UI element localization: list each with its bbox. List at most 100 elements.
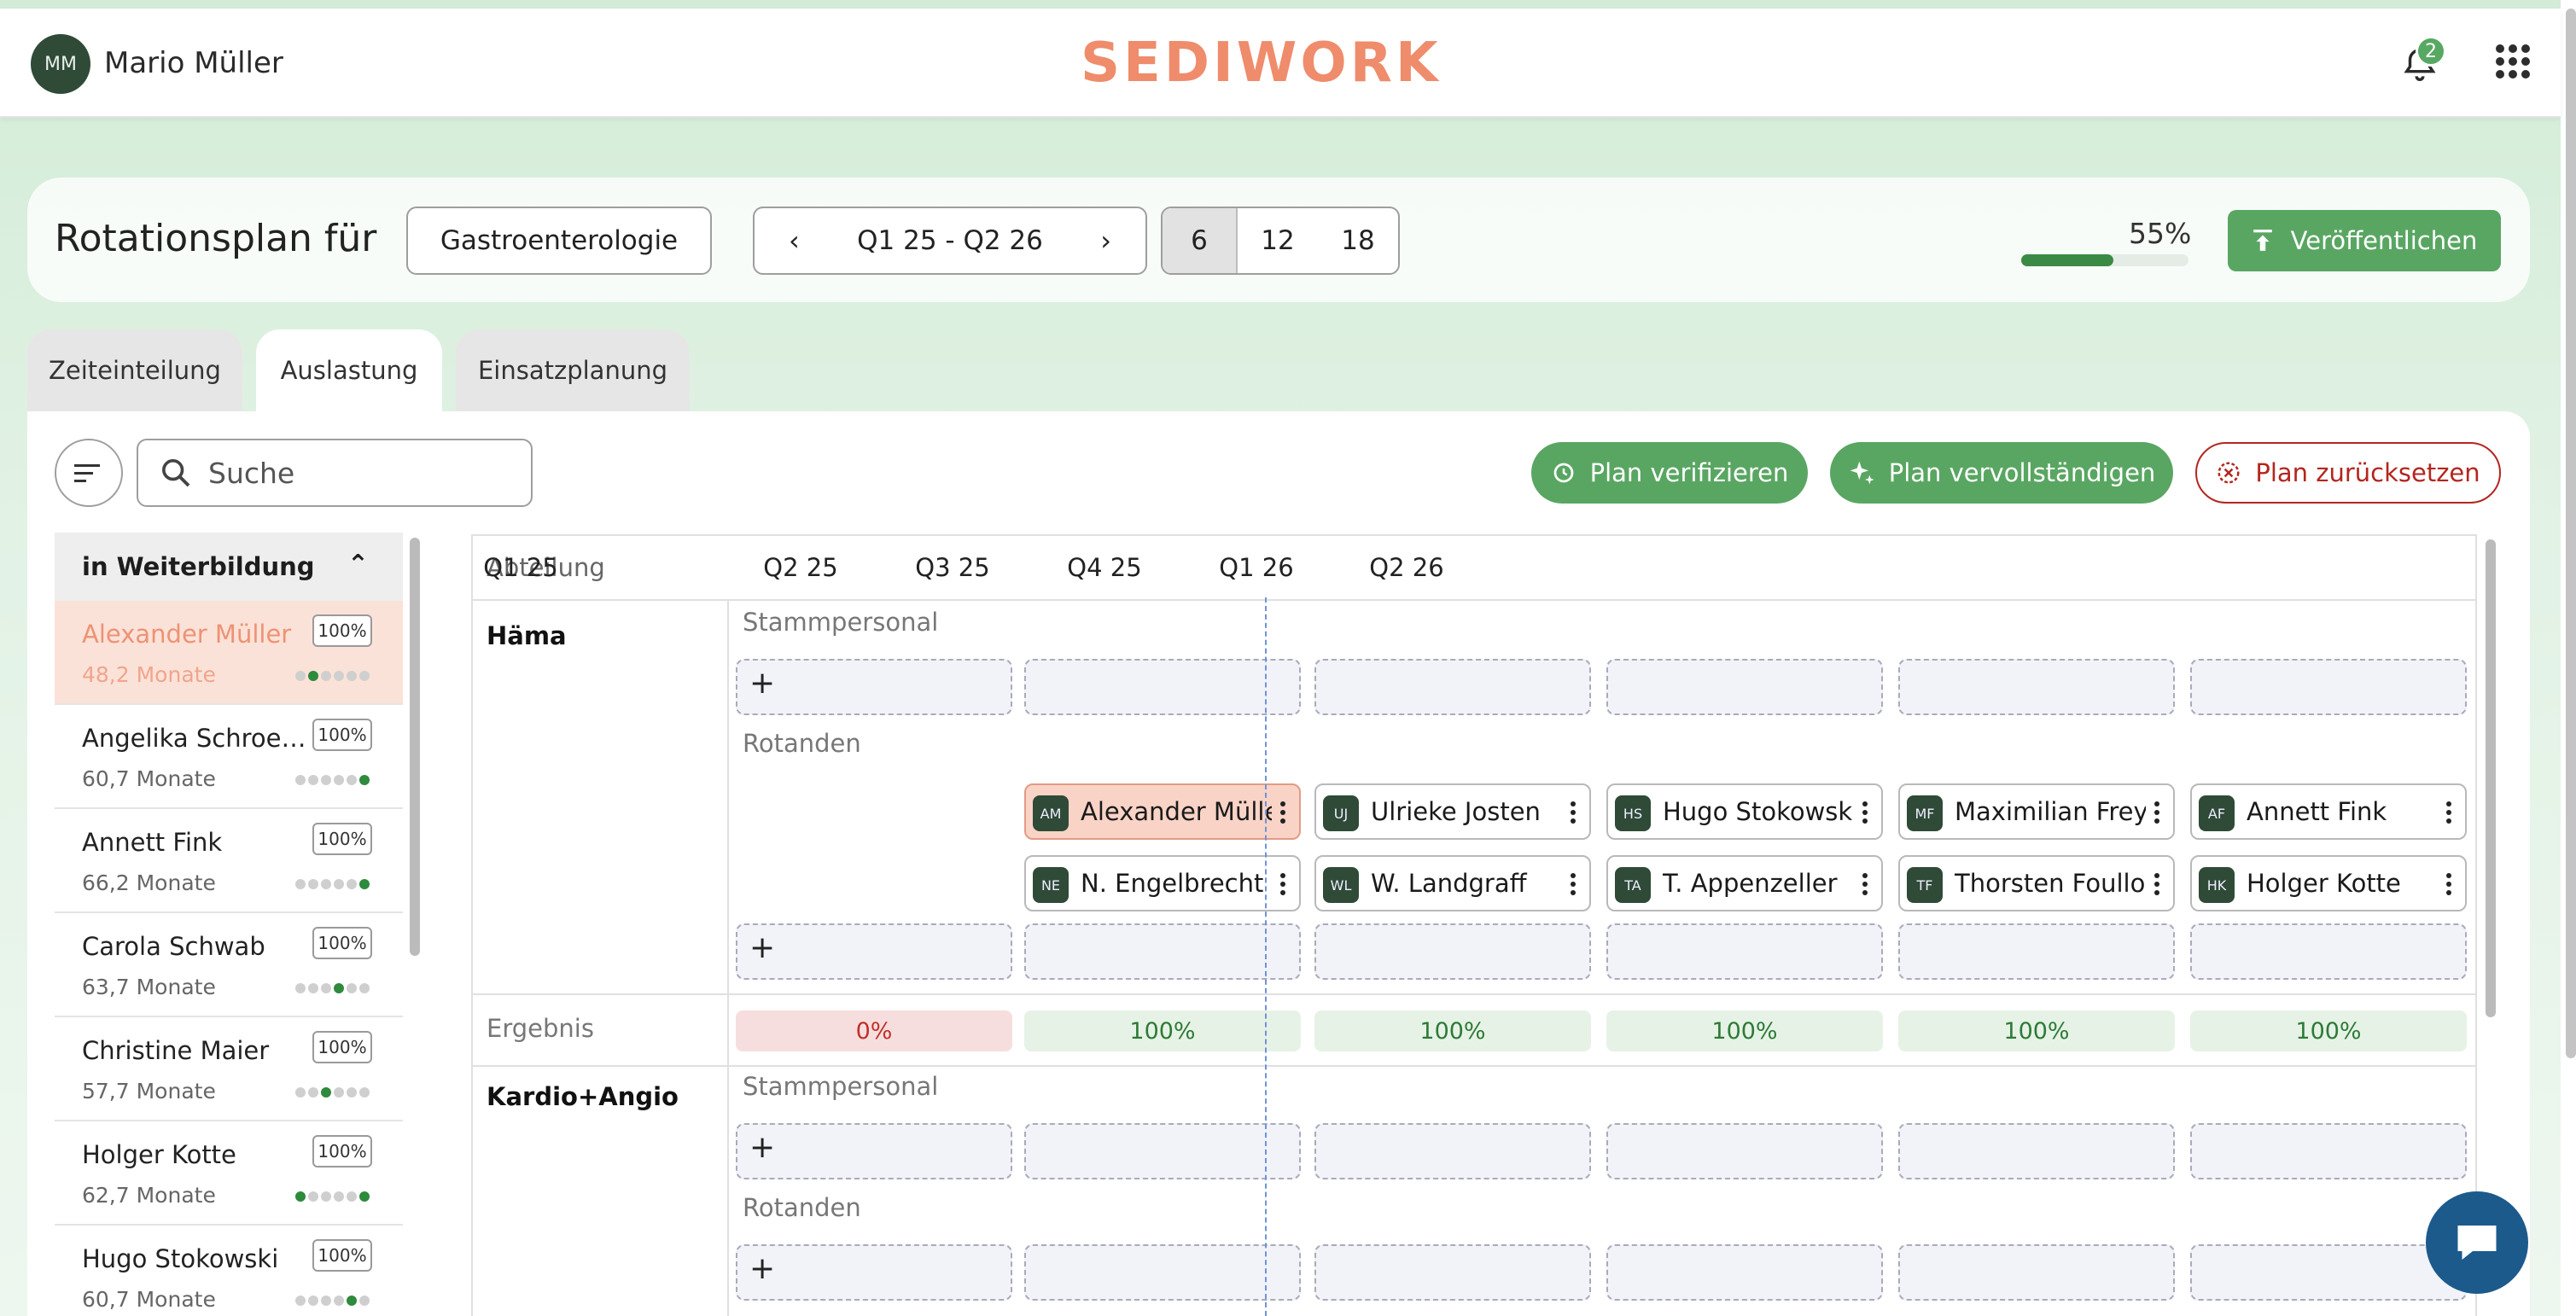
empty-slot[interactable]: [1898, 1244, 2175, 1301]
sidebar-item[interactable]: Christine Maier 57,7 Monate 100%: [55, 1017, 403, 1121]
assignment-card[interactable]: AF Annett Fink: [2190, 783, 2467, 840]
empty-slot[interactable]: [1606, 1123, 1883, 1179]
more-vertical-icon[interactable]: [1562, 795, 1584, 830]
assignment-card[interactable]: TF Thorsten Foulloi: [1898, 855, 2175, 911]
rotation-dot: [321, 671, 331, 681]
rotation-dot: [295, 671, 306, 681]
user-avatar[interactable]: MM: [31, 34, 90, 94]
page-scrollbar[interactable]: [2566, 9, 2576, 1058]
apps-grid-icon[interactable]: [2496, 44, 2530, 79]
more-vertical-icon[interactable]: [2146, 867, 2168, 901]
rotation-dots: [295, 1087, 370, 1098]
reset-plan-button[interactable]: Plan zurücksetzen: [2195, 442, 2501, 504]
more-vertical-icon[interactable]: [1272, 867, 1294, 901]
assignment-card[interactable]: UJ Ulrieke Josten: [1314, 783, 1591, 840]
empty-slot[interactable]: +: [736, 923, 1012, 980]
grid-scrollbar[interactable]: [2486, 539, 2496, 1017]
tab-einsatzplanung[interactable]: Einsatzplanung: [456, 329, 690, 411]
trainee-months: 57,7 Monate: [82, 1079, 216, 1103]
more-vertical-icon[interactable]: [1562, 867, 1584, 901]
department-select[interactable]: Gastroenterologie: [406, 207, 712, 275]
empty-slot[interactable]: [1898, 923, 2175, 980]
more-vertical-icon[interactable]: [2438, 867, 2460, 901]
tab-zeiteinteilung[interactable]: Zeiteinteilung: [27, 329, 242, 411]
more-vertical-icon[interactable]: [2438, 795, 2460, 830]
rotation-dot: [347, 1087, 357, 1098]
rotation-dot: [359, 1191, 370, 1202]
empty-slot[interactable]: [2190, 1123, 2467, 1179]
more-vertical-icon[interactable]: [2146, 795, 2168, 830]
more-vertical-icon[interactable]: [1272, 795, 1294, 830]
empty-slot[interactable]: [2190, 923, 2467, 980]
empty-slot[interactable]: [1606, 1244, 1883, 1301]
add-icon[interactable]: +: [749, 1251, 775, 1286]
empty-slot[interactable]: [1314, 1123, 1591, 1179]
sidebar-item[interactable]: Annett Fink 66,2 Monate 100%: [55, 809, 403, 913]
rotation-dot: [347, 879, 357, 889]
trainee-name: Holger Kotte: [82, 1140, 236, 1169]
sidebar-item[interactable]: Carola Schwab 63,7 Monate 100%: [55, 913, 403, 1017]
chevron-right-icon[interactable]: ›: [1100, 224, 1111, 257]
rotation-dot: [347, 775, 357, 785]
department-column: [473, 601, 729, 1316]
assignment-card[interactable]: TA T. Appenzeller: [1606, 855, 1883, 911]
assignee-name: Maximilian Frey: [1955, 797, 2148, 826]
empty-slot[interactable]: [1024, 659, 1301, 715]
assignee-name: Annett Fink: [2247, 797, 2387, 826]
user-name[interactable]: Mario Müller: [104, 46, 283, 80]
sidebar-item[interactable]: Angelika Schroe… 60,7 Monate 100%: [55, 705, 403, 809]
empty-slot[interactable]: +: [736, 659, 1012, 715]
add-icon[interactable]: +: [749, 666, 775, 701]
empty-slot[interactable]: [1314, 923, 1591, 980]
assignment-card[interactable]: NE N. Engelbrecht: [1024, 855, 1301, 911]
sidebar-group-header[interactable]: in Weiterbildung ⌃: [55, 533, 403, 601]
sidebar-item[interactable]: Alexander Müller 48,2 Monate 100%: [55, 601, 403, 705]
filter-button[interactable]: [55, 439, 123, 507]
more-vertical-icon[interactable]: [1854, 867, 1876, 901]
sidebar-item[interactable]: Hugo Stokowski 60,7 Monate 100%: [55, 1226, 403, 1316]
empty-slot[interactable]: +: [736, 1244, 1012, 1301]
rotation-dot: [359, 1087, 370, 1098]
assignment-card[interactable]: HK Holger Kotte: [2190, 855, 2467, 911]
empty-slot[interactable]: [1314, 659, 1591, 715]
utilization-badge: 100%: [312, 823, 372, 855]
empty-slot[interactable]: [1314, 1244, 1591, 1301]
span-option-12[interactable]: 12: [1238, 208, 1318, 273]
span-option-6[interactable]: 6: [1163, 208, 1238, 273]
span-option-18[interactable]: 18: [1318, 208, 1398, 273]
empty-slot[interactable]: [2190, 1244, 2467, 1301]
empty-slot[interactable]: [2190, 659, 2467, 715]
empty-slot[interactable]: [1606, 923, 1883, 980]
period-label: Q1 25 - Q2 26: [857, 225, 1043, 256]
assignee-name: N. Engelbrecht: [1081, 869, 1264, 898]
more-vertical-icon[interactable]: [1854, 795, 1876, 830]
assignment-card[interactable]: HS Hugo Stokowski: [1606, 783, 1883, 840]
search-input[interactable]: Suche: [137, 439, 533, 507]
assignment-card[interactable]: AM Alexander Müller: [1024, 783, 1301, 840]
add-icon[interactable]: +: [749, 930, 775, 965]
assignment-card[interactable]: WL W. Landgraff: [1314, 855, 1591, 911]
empty-slot[interactable]: [1606, 659, 1883, 715]
empty-slot[interactable]: [1898, 659, 2175, 715]
sidebar-scrollbar[interactable]: [410, 538, 420, 956]
utilization-badge: 100%: [312, 719, 372, 751]
chevron-left-icon[interactable]: ‹: [789, 224, 800, 257]
assignment-card[interactable]: MF Maximilian Frey: [1898, 783, 2175, 840]
empty-slot[interactable]: +: [736, 1123, 1012, 1179]
empty-slot[interactable]: [1898, 1123, 2175, 1179]
sidebar-item[interactable]: Holger Kotte 62,7 Monate 100%: [55, 1121, 403, 1226]
rotation-dot: [295, 1191, 306, 1202]
rotation-dot: [308, 1191, 318, 1202]
publish-button[interactable]: Veröffentlichen: [2228, 210, 2501, 271]
chat-button[interactable]: [2426, 1191, 2528, 1294]
chevron-up-icon[interactable]: ⌃: [347, 550, 369, 579]
add-icon[interactable]: +: [749, 1130, 775, 1165]
verify-plan-button[interactable]: Plan verifizieren: [1531, 442, 1808, 504]
empty-slot[interactable]: [1024, 1244, 1301, 1301]
rotation-dot: [359, 671, 370, 681]
empty-slot[interactable]: [1024, 923, 1301, 980]
complete-plan-button[interactable]: Plan vervollständigen: [1830, 442, 2173, 504]
empty-slot[interactable]: [1024, 1123, 1301, 1179]
result-cell: 100%: [2190, 1010, 2467, 1051]
tab-auslastung[interactable]: Auslastung: [256, 329, 442, 411]
